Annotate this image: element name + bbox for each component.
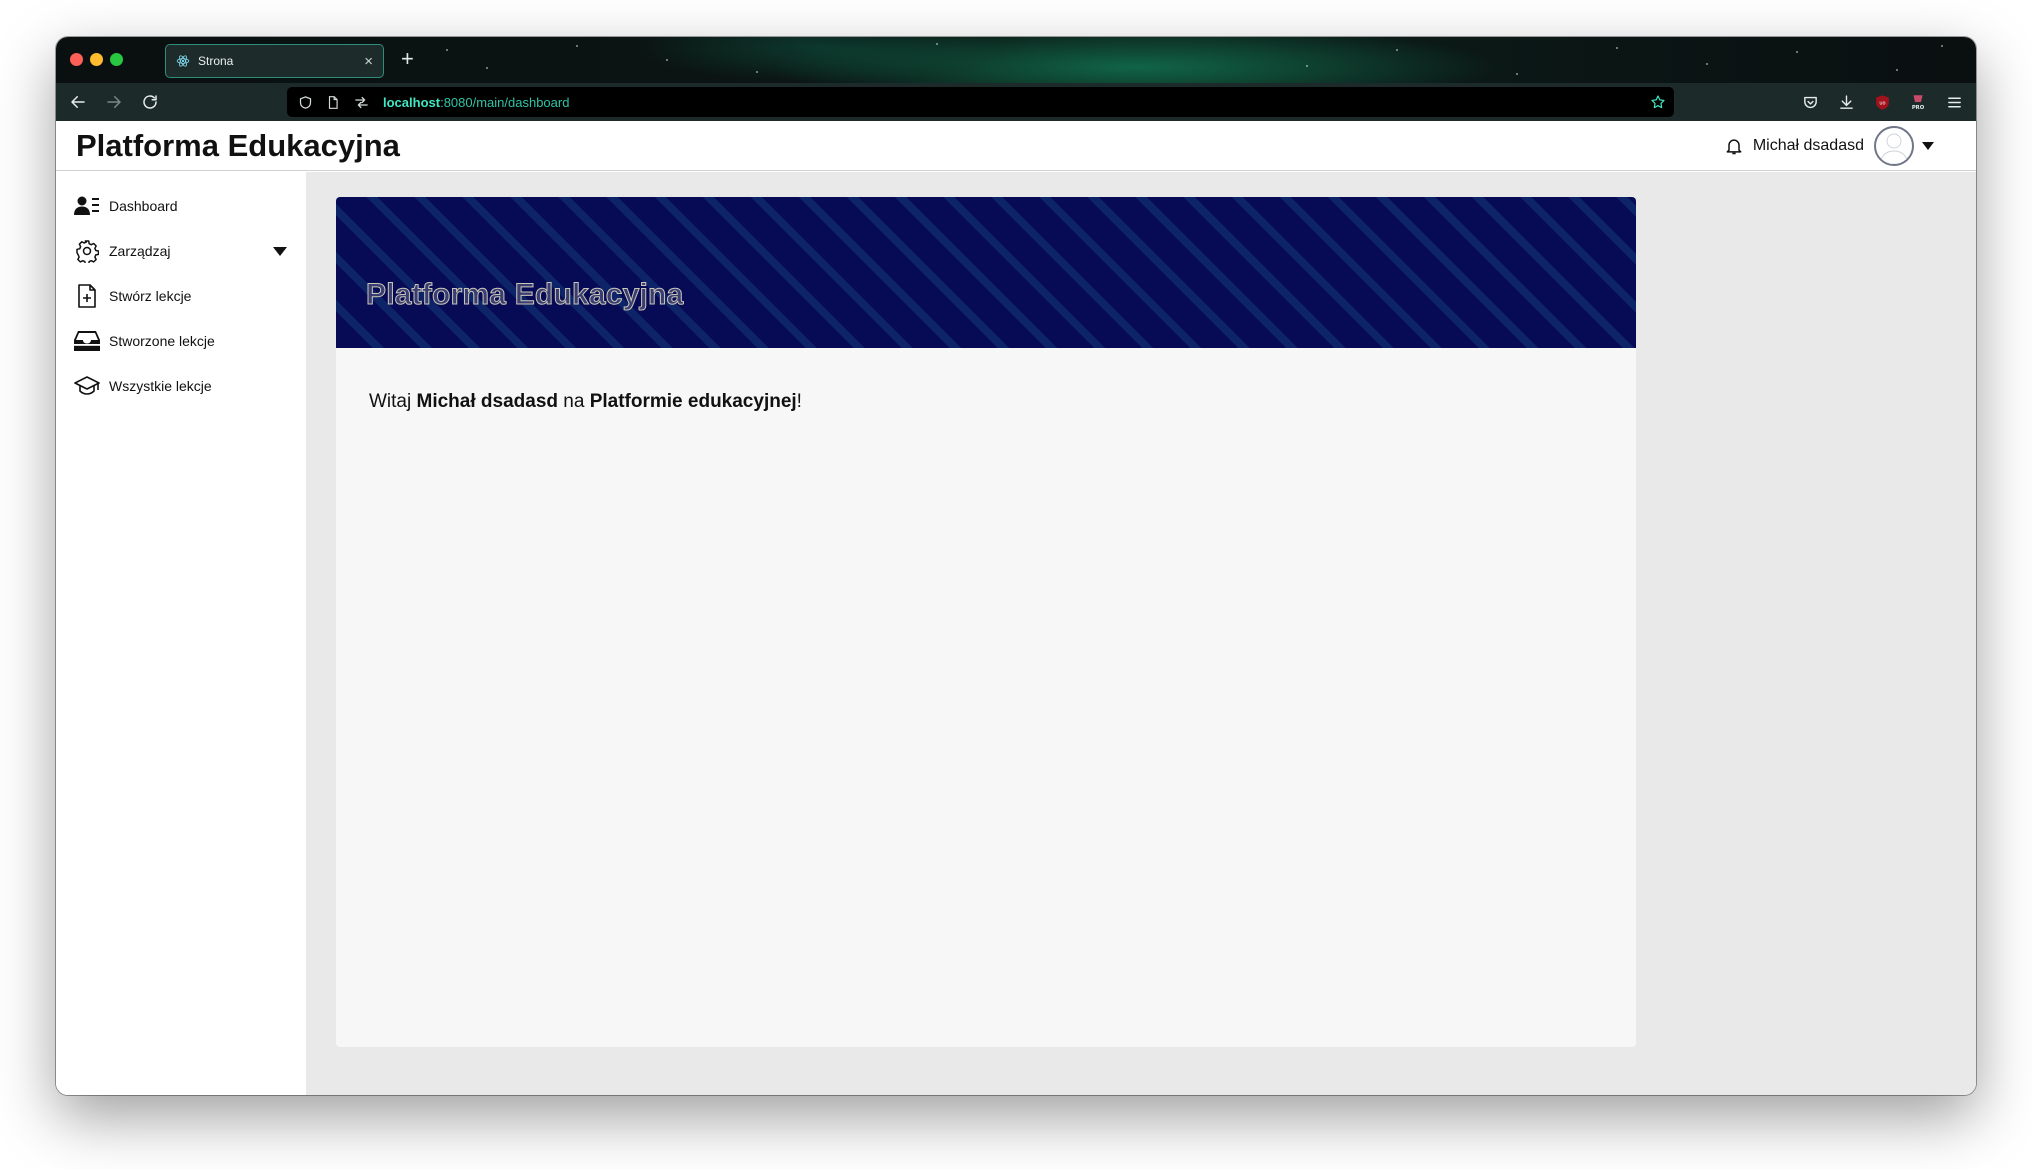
extension-pro-icon[interactable]: PRO (1908, 92, 1928, 112)
url-host: localhost (383, 94, 441, 110)
web-page: Platforma Edukacyjna Michał dsadasd Dash… (56, 121, 1976, 1095)
browser-window: Strona × + localhost:8080/main/dashboard (56, 37, 1976, 1095)
url-text[interactable]: localhost:8080/main/dashboard (383, 95, 569, 110)
browser-titlebar: Strona × + (56, 37, 1976, 83)
url-path: :8080/main/dashboard (440, 94, 570, 110)
browser-navbar: localhost:8080/main/dashboard uo PRO (56, 83, 1976, 121)
shield-icon[interactable] (297, 94, 313, 110)
maximize-window-button[interactable] (110, 53, 123, 66)
user-name[interactable]: Michał dsadasd (1753, 137, 1864, 155)
dashboard-banner: Platforma Edukacyjna (336, 197, 1636, 348)
permissions-icon[interactable] (353, 94, 369, 110)
browser-toolbar: uo PRO (1800, 92, 1964, 112)
reload-button[interactable] (140, 92, 160, 112)
bookmark-star-icon[interactable] (1650, 94, 1666, 115)
graduation-cap-icon (74, 373, 100, 399)
ublock-origin-icon[interactable]: uo (1872, 92, 1892, 112)
sidebar-item-label: Wszystkie lekcje (109, 378, 212, 394)
expand-caret-icon[interactable] (273, 247, 287, 256)
gear-icon (74, 238, 100, 264)
main-content: Platforma Edukacyjna Witaj Michał dsadas… (306, 172, 1976, 1095)
brand-title[interactable]: Platforma Edukacyjna (76, 128, 400, 164)
welcome-suffix: ! (796, 391, 802, 412)
sidebar-item-stworz-lekcje[interactable]: Stwórz lekcje (74, 281, 289, 311)
sidebar-item-label: Zarządzaj (109, 243, 171, 259)
page-info-icon[interactable] (325, 94, 341, 110)
tab-close-icon[interactable]: × (364, 54, 373, 69)
address-bar[interactable]: localhost:8080/main/dashboard (287, 87, 1674, 117)
sidebar-item-wszystkie-lekcje[interactable]: Wszystkie lekcje (74, 371, 289, 401)
welcome-message: Witaj Michał dsadasd na Platformie eduka… (369, 391, 802, 413)
dashboard-card: Platforma Edukacyjna Witaj Michał dsadas… (336, 197, 1636, 1047)
user-list-icon (74, 193, 100, 219)
back-button[interactable] (68, 92, 88, 112)
inbox-tray-icon (74, 328, 100, 354)
react-atom-icon (176, 55, 190, 67)
welcome-prefix: Witaj (369, 391, 417, 412)
sidebar-item-dashboard[interactable]: Dashboard (74, 191, 289, 221)
svg-text:PRO: PRO (1912, 105, 1925, 111)
default-avatar-icon (1879, 133, 1909, 164)
svg-text:uo: uo (1879, 100, 1885, 106)
bell-icon[interactable] (1723, 135, 1745, 157)
sidebar-item-label: Stwórz lekcje (109, 288, 192, 304)
pocket-icon[interactable] (1800, 92, 1820, 112)
welcome-platform: Platformie edukacyjnej (589, 391, 797, 412)
reload-icon (143, 95, 157, 109)
user-menu[interactable]: Michał dsadasd (1723, 126, 1934, 166)
minimize-window-button[interactable] (90, 53, 103, 66)
close-window-button[interactable] (70, 53, 83, 66)
user-dropdown-caret-icon[interactable] (1922, 142, 1934, 150)
welcome-user: Michał dsadasd (416, 391, 559, 412)
sidebar-item-zarzadzaj[interactable]: Zarządzaj (74, 236, 289, 266)
new-tab-button[interactable]: + (401, 47, 414, 71)
sidebar-item-label: Stworzone lekcje (109, 333, 215, 349)
arrow-right-icon (107, 96, 121, 108)
tab-strona[interactable]: Strona × (165, 44, 384, 78)
sidebar-item-label: Dashboard (109, 198, 178, 214)
sidebar: Dashboard Zarządzaj Stwórz lekcje Stworz… (56, 172, 306, 1095)
arrow-left-icon (71, 96, 85, 108)
sidebar-item-stworzone-lekcje[interactable]: Stworzone lekcje (74, 326, 289, 356)
download-icon[interactable] (1836, 92, 1856, 112)
welcome-middle: na (558, 391, 590, 412)
file-plus-icon (74, 283, 100, 309)
forward-button[interactable] (104, 92, 124, 112)
avatar[interactable] (1874, 126, 1914, 166)
banner-title: Platforma Edukacyjna (365, 278, 684, 312)
app-header: Platforma Edukacyjna Michał dsadasd (56, 121, 1976, 171)
hamburger-menu-icon[interactable] (1944, 92, 1964, 112)
tab-title: Strona (198, 54, 234, 68)
